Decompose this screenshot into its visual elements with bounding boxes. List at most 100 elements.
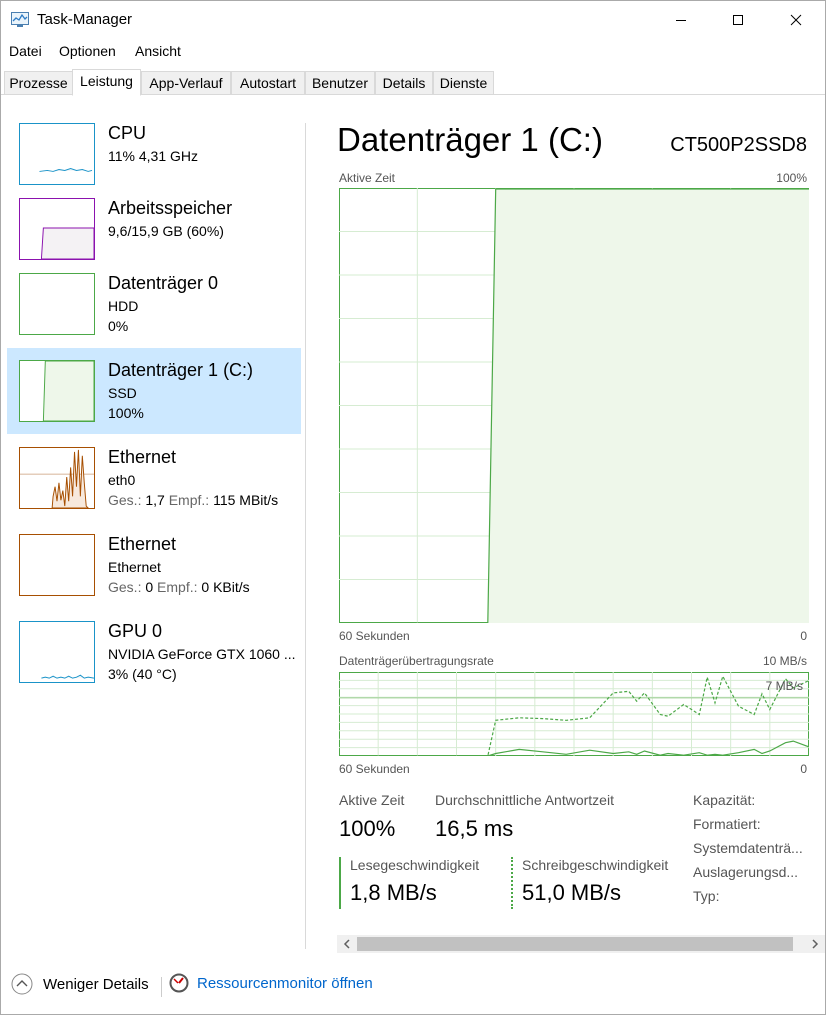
active-time-graph bbox=[339, 188, 809, 623]
open-resource-monitor-link[interactable]: Ressourcenmonitor öffnen bbox=[169, 973, 373, 993]
tab-details[interactable]: Details bbox=[375, 71, 433, 95]
write-speed-value: 51,0 MB/s bbox=[522, 880, 622, 905]
sidebar-item-ethernet[interactable]: Ethernet Ethernet Ges.: 0 Empf.: 0 KBit/… bbox=[7, 522, 301, 608]
gpu-mini-graph bbox=[19, 621, 95, 683]
window-title: Task-Manager bbox=[37, 11, 133, 28]
sidebar-item-title: Datenträger 0 bbox=[108, 273, 219, 293]
transfer-rate-graph-label: Datenträgerübertragungsrate bbox=[339, 654, 494, 668]
sidebar-item-detail: 9,6/15,9 GB (60%) bbox=[108, 223, 224, 239]
send-value: 1,7 bbox=[145, 492, 165, 508]
sidebar-item-cpu[interactable]: CPU 11% 4,31 GHz bbox=[7, 111, 301, 197]
response-time-label: Durchschnittliche Antwortzeit bbox=[435, 792, 614, 808]
tab-autostart[interactable]: Autostart bbox=[231, 71, 305, 95]
resource-monitor-icon bbox=[169, 973, 189, 993]
active-time-x-right: 0 bbox=[800, 629, 807, 643]
minimize-icon bbox=[676, 20, 686, 21]
sidebar-item-type: HDD bbox=[108, 298, 139, 314]
send-label: Ges.: bbox=[108, 579, 142, 595]
property-capacity: Kapazität: bbox=[693, 792, 756, 808]
recv-label: Empf.: bbox=[157, 579, 198, 595]
active-time-x-left: 60 Sekunden bbox=[339, 629, 410, 643]
disk0-mini-graph bbox=[19, 273, 95, 335]
write-speed-label: Schreibgeschwindigkeit bbox=[522, 857, 669, 873]
scroll-right-button[interactable] bbox=[805, 935, 825, 953]
write-speed-indicator bbox=[511, 857, 513, 909]
cpu-mini-graph bbox=[19, 123, 95, 185]
disk1-mini-graph bbox=[19, 360, 95, 422]
fewer-details-label: Weniger Details bbox=[43, 975, 149, 993]
sidebar-item-detail: 11% 4,31 GHz bbox=[108, 148, 199, 164]
sidebar-item-title: GPU 0 bbox=[108, 621, 163, 641]
sidebar-item-datentraeger-0[interactable]: Datenträger 0 HDD 0% bbox=[7, 261, 301, 347]
fewer-details-button[interactable]: Weniger Details bbox=[11, 973, 149, 995]
task-manager-window: Task-Manager Datei Optionen Ansicht Proz… bbox=[0, 0, 826, 1015]
tab-prozesse[interactable]: Prozesse bbox=[4, 71, 73, 95]
active-time-graph-label: Aktive Zeit bbox=[339, 171, 396, 185]
title-bar: Task-Manager bbox=[1, 1, 825, 39]
sidebar-item-usage: 100% bbox=[108, 405, 144, 421]
horizontal-scrollbar[interactable] bbox=[337, 935, 825, 953]
sidebar-item-title: CPU bbox=[108, 123, 147, 143]
footer-bar: Weniger Details Ressourcenmonitor öffnen bbox=[1, 967, 825, 1007]
sidebar-item-arbeitsspeicher[interactable]: Arbeitsspeicher 9,6/15,9 GB (60%) bbox=[7, 186, 301, 272]
transfer-rate-x-right: 0 bbox=[800, 762, 807, 776]
sidebar-item-title: Ethernet bbox=[108, 534, 177, 554]
sidebar-divider bbox=[305, 123, 306, 949]
menu-datei[interactable]: Datei bbox=[9, 43, 42, 59]
menu-optionen[interactable]: Optionen bbox=[59, 43, 116, 59]
minimize-button[interactable] bbox=[652, 1, 710, 39]
tab-leistung[interactable]: Leistung bbox=[72, 69, 141, 96]
property-formatted: Formatiert: bbox=[693, 816, 761, 832]
recv-label: Empf.: bbox=[168, 492, 210, 508]
ethernet-mini-graph bbox=[19, 534, 95, 596]
recv-value: 0 KBit/s bbox=[201, 579, 250, 595]
menu-ansicht[interactable]: Ansicht bbox=[135, 43, 181, 59]
recv-value: 115 MBit/s bbox=[213, 492, 279, 508]
memory-mini-graph bbox=[19, 198, 95, 260]
sidebar-item-throughput: Ges.: 1,7 Empf.: 115 MBit/s bbox=[108, 492, 278, 508]
active-time-label: Aktive Zeit bbox=[339, 792, 405, 808]
sidebar-item-title: Ethernet bbox=[108, 447, 177, 467]
resource-sidebar: CPU 11% 4,31 GHz Arbeitsspeicher 9,6/15,… bbox=[7, 97, 301, 947]
chevron-right-icon bbox=[812, 939, 819, 949]
property-system-disk: Systemdatenträ... bbox=[693, 840, 803, 856]
chevron-up-circle-icon bbox=[11, 973, 33, 995]
sidebar-item-title: Datenträger 1 (C:) bbox=[108, 360, 254, 380]
sidebar-item-datentraeger-1[interactable]: Datenträger 1 (C:) SSD 100% bbox=[7, 348, 301, 434]
sidebar-item-adapter: Ethernet bbox=[108, 559, 161, 575]
sidebar-item-model: NVIDIA GeForce GTX 1060 ... bbox=[108, 646, 296, 662]
response-time-value: 16,5 ms bbox=[435, 816, 514, 841]
disk-model: CT500P2SSD8 bbox=[670, 134, 807, 156]
read-speed-label: Lesegeschwindigkeit bbox=[350, 857, 480, 873]
maximize-icon bbox=[733, 15, 743, 25]
sidebar-item-ethernet-eth0[interactable]: Ethernet eth0 Ges.: 1,7 Empf.: 115 MBit/… bbox=[7, 435, 301, 521]
ethernet-eth0-mini-graph bbox=[19, 447, 95, 509]
send-value: 0 bbox=[145, 579, 154, 595]
sidebar-item-gpu-0[interactable]: GPU 0 NVIDIA GeForce GTX 1060 ... 3% (40… bbox=[7, 609, 301, 695]
sidebar-item-usage: 3% (40 °C) bbox=[108, 666, 177, 682]
sidebar-item-usage: 0% bbox=[108, 318, 129, 334]
close-icon bbox=[790, 14, 802, 26]
property-page-file: Auslagerungsd... bbox=[693, 864, 799, 880]
task-manager-icon bbox=[11, 12, 29, 27]
close-button[interactable] bbox=[767, 1, 825, 39]
maximize-button[interactable] bbox=[709, 1, 767, 39]
active-time-value: 100% bbox=[339, 816, 396, 841]
sidebar-item-throughput: Ges.: 0 Empf.: 0 KBit/s bbox=[108, 579, 250, 595]
sidebar-item-adapter: eth0 bbox=[108, 472, 136, 488]
transfer-rate-graph bbox=[339, 672, 809, 756]
tab-bar: Prozesse Leistung App-Verlauf Autostart … bbox=[1, 69, 825, 96]
tab-dienste[interactable]: Dienste bbox=[433, 71, 494, 95]
resource-monitor-label: Ressourcenmonitor öffnen bbox=[197, 974, 373, 992]
send-label: Ges.: bbox=[108, 492, 142, 508]
sidebar-item-title: Arbeitsspeicher bbox=[108, 198, 233, 218]
read-speed-value: 1,8 MB/s bbox=[350, 880, 437, 905]
chevron-left-icon bbox=[343, 939, 350, 949]
transfer-rate-line-label: 7 MB/s bbox=[765, 679, 803, 693]
scroll-left-button[interactable] bbox=[337, 935, 357, 953]
tab-benutzer[interactable]: Benutzer bbox=[305, 71, 375, 95]
tab-app-verlauf[interactable]: App-Verlauf bbox=[141, 71, 231, 95]
footer-divider bbox=[161, 977, 162, 997]
scrollbar-thumb[interactable] bbox=[357, 937, 793, 951]
active-time-max-label: 100% bbox=[776, 171, 807, 185]
